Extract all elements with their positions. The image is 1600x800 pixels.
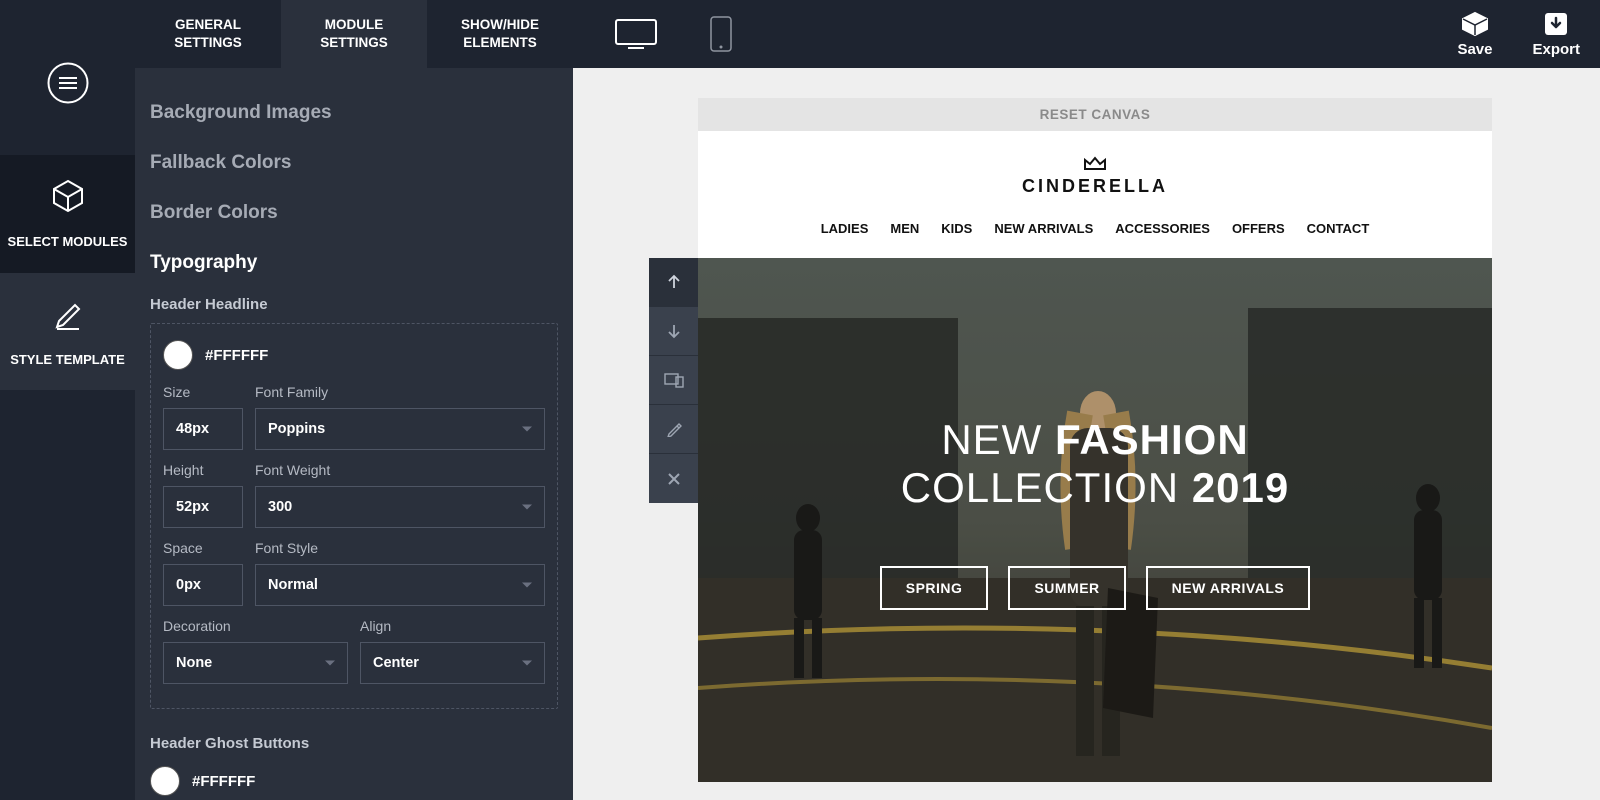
font-family-select[interactable]: Poppins: [255, 408, 545, 450]
section-typography[interactable]: Typography: [150, 238, 558, 288]
export-label: Export: [1532, 41, 1580, 58]
preview-frame: CINDERELLA LADIES MEN KIDS NEW ARRIVALS …: [698, 131, 1492, 782]
cube-icon: [49, 177, 87, 220]
align-label: Align: [360, 618, 545, 634]
export-button[interactable]: Export: [1532, 11, 1580, 58]
pencil-icon: [666, 421, 682, 437]
cta-button[interactable]: SUMMER: [1008, 566, 1125, 610]
settings-panel: GENERAL SETTINGS MODULE SETTINGS SHOW/HI…: [135, 0, 573, 800]
move-down-button[interactable]: [649, 307, 698, 356]
font-family-label: Font Family: [255, 384, 545, 400]
nav-item[interactable]: OFFERS: [1232, 221, 1285, 236]
settings-tabs: GENERAL SETTINGS MODULE SETTINGS SHOW/HI…: [135, 0, 573, 68]
tab-general-settings[interactable]: GENERAL SETTINGS: [135, 0, 281, 68]
hamburger-icon: [47, 62, 89, 109]
height-label: Height: [163, 462, 243, 478]
delete-button[interactable]: [649, 454, 698, 503]
ghost-color-value: #FFFFFF: [192, 773, 255, 790]
hero-module[interactable]: NEW FASHION COLLECTION 2019 SPRING SUMME…: [698, 258, 1492, 782]
headline-color-picker[interactable]: #FFFFFF: [163, 336, 545, 384]
font-weight-select[interactable]: 300: [255, 486, 545, 528]
section-background-images[interactable]: Background Images: [150, 88, 558, 138]
font-weight-label: Font Weight: [255, 462, 545, 478]
arrow-down-icon: [665, 322, 683, 340]
ghost-color-picker[interactable]: #FFFFFF: [150, 762, 558, 800]
download-icon: [1543, 11, 1569, 37]
tab-module-settings[interactable]: MODULE SETTINGS: [281, 0, 427, 68]
nav-item[interactable]: KIDS: [941, 221, 972, 236]
devices-icon: [664, 372, 684, 388]
headline-word: 2019: [1192, 464, 1289, 511]
tab-show-hide-elements[interactable]: SHOW/HIDE ELEMENTS: [427, 0, 573, 68]
module-toolbar: [649, 258, 698, 503]
hero-cta-row: SPRING SUMMER NEW ARRIVALS: [698, 566, 1492, 610]
style-template-label: STYLE TEMPLATE: [10, 352, 125, 369]
nav-item[interactable]: NEW ARRIVALS: [994, 221, 1093, 236]
header-headline-group: #FFFFFF Size 48px Font Family Poppins He…: [150, 323, 558, 709]
brand-name: CINDERELLA: [698, 176, 1492, 197]
select-modules-label: SELECT MODULES: [8, 234, 128, 251]
cta-button[interactable]: SPRING: [880, 566, 989, 610]
height-input[interactable]: 52px: [163, 486, 243, 528]
nav-item[interactable]: MEN: [890, 221, 919, 236]
section-border-colors[interactable]: Border Colors: [150, 188, 558, 238]
canvas-area: RESET CANVAS CINDERELLA LADIES MEN KIDS …: [573, 68, 1600, 800]
save-button[interactable]: Save: [1457, 11, 1492, 58]
font-style-label: Font Style: [255, 540, 545, 556]
size-input[interactable]: 48px: [163, 408, 243, 450]
top-bar: Save Export: [573, 0, 1600, 68]
align-select[interactable]: Center: [360, 642, 545, 684]
preview-nav: LADIES MEN KIDS NEW ARRIVALS ACCESSORIES…: [698, 211, 1492, 258]
nav-item[interactable]: LADIES: [821, 221, 869, 236]
settings-body: Background Images Fallback Colors Border…: [135, 68, 573, 800]
desktop-icon: [614, 18, 658, 50]
save-label: Save: [1457, 41, 1492, 58]
pencil-icon: [49, 295, 87, 338]
cta-button[interactable]: NEW ARRIVALS: [1146, 566, 1311, 610]
mobile-view-button[interactable]: [693, 14, 748, 54]
move-up-button[interactable]: [649, 258, 698, 307]
mobile-icon: [709, 15, 733, 53]
space-input[interactable]: 0px: [163, 564, 243, 606]
nav-item[interactable]: ACCESSORIES: [1115, 221, 1210, 236]
headline-color-value: #FFFFFF: [205, 347, 268, 364]
desktop-view-button[interactable]: [608, 14, 663, 54]
close-icon: [666, 471, 682, 487]
brand-logo: CINDERELLA: [698, 131, 1492, 211]
header-headline-label: Header Headline: [150, 288, 558, 323]
edit-button[interactable]: [649, 405, 698, 454]
header-ghost-buttons-label: Header Ghost Buttons: [150, 727, 558, 762]
decoration-label: Decoration: [163, 618, 348, 634]
select-modules-button[interactable]: SELECT MODULES: [0, 155, 135, 273]
menu-button[interactable]: [0, 40, 135, 145]
responsive-button[interactable]: [649, 356, 698, 405]
section-fallback-colors[interactable]: Fallback Colors: [150, 138, 558, 188]
style-template-button[interactable]: STYLE TEMPLATE: [0, 273, 135, 391]
crown-icon: [1083, 155, 1107, 171]
hero-headline: NEW FASHION COLLECTION 2019: [698, 416, 1492, 512]
headline-word: FASHION: [1055, 416, 1249, 463]
left-rail: SELECT MODULES STYLE TEMPLATE: [0, 0, 135, 800]
headline-word: COLLECTION: [901, 464, 1179, 511]
arrow-up-icon: [665, 273, 683, 291]
space-label: Space: [163, 540, 243, 556]
package-icon: [1461, 11, 1489, 37]
color-swatch-icon: [163, 340, 193, 370]
size-label: Size: [163, 384, 243, 400]
decoration-select[interactable]: None: [163, 642, 348, 684]
font-style-select[interactable]: Normal: [255, 564, 545, 606]
reset-canvas-button[interactable]: RESET CANVAS: [698, 98, 1492, 131]
headline-word: NEW: [941, 416, 1042, 463]
nav-item[interactable]: CONTACT: [1307, 221, 1370, 236]
color-swatch-icon: [150, 766, 180, 796]
